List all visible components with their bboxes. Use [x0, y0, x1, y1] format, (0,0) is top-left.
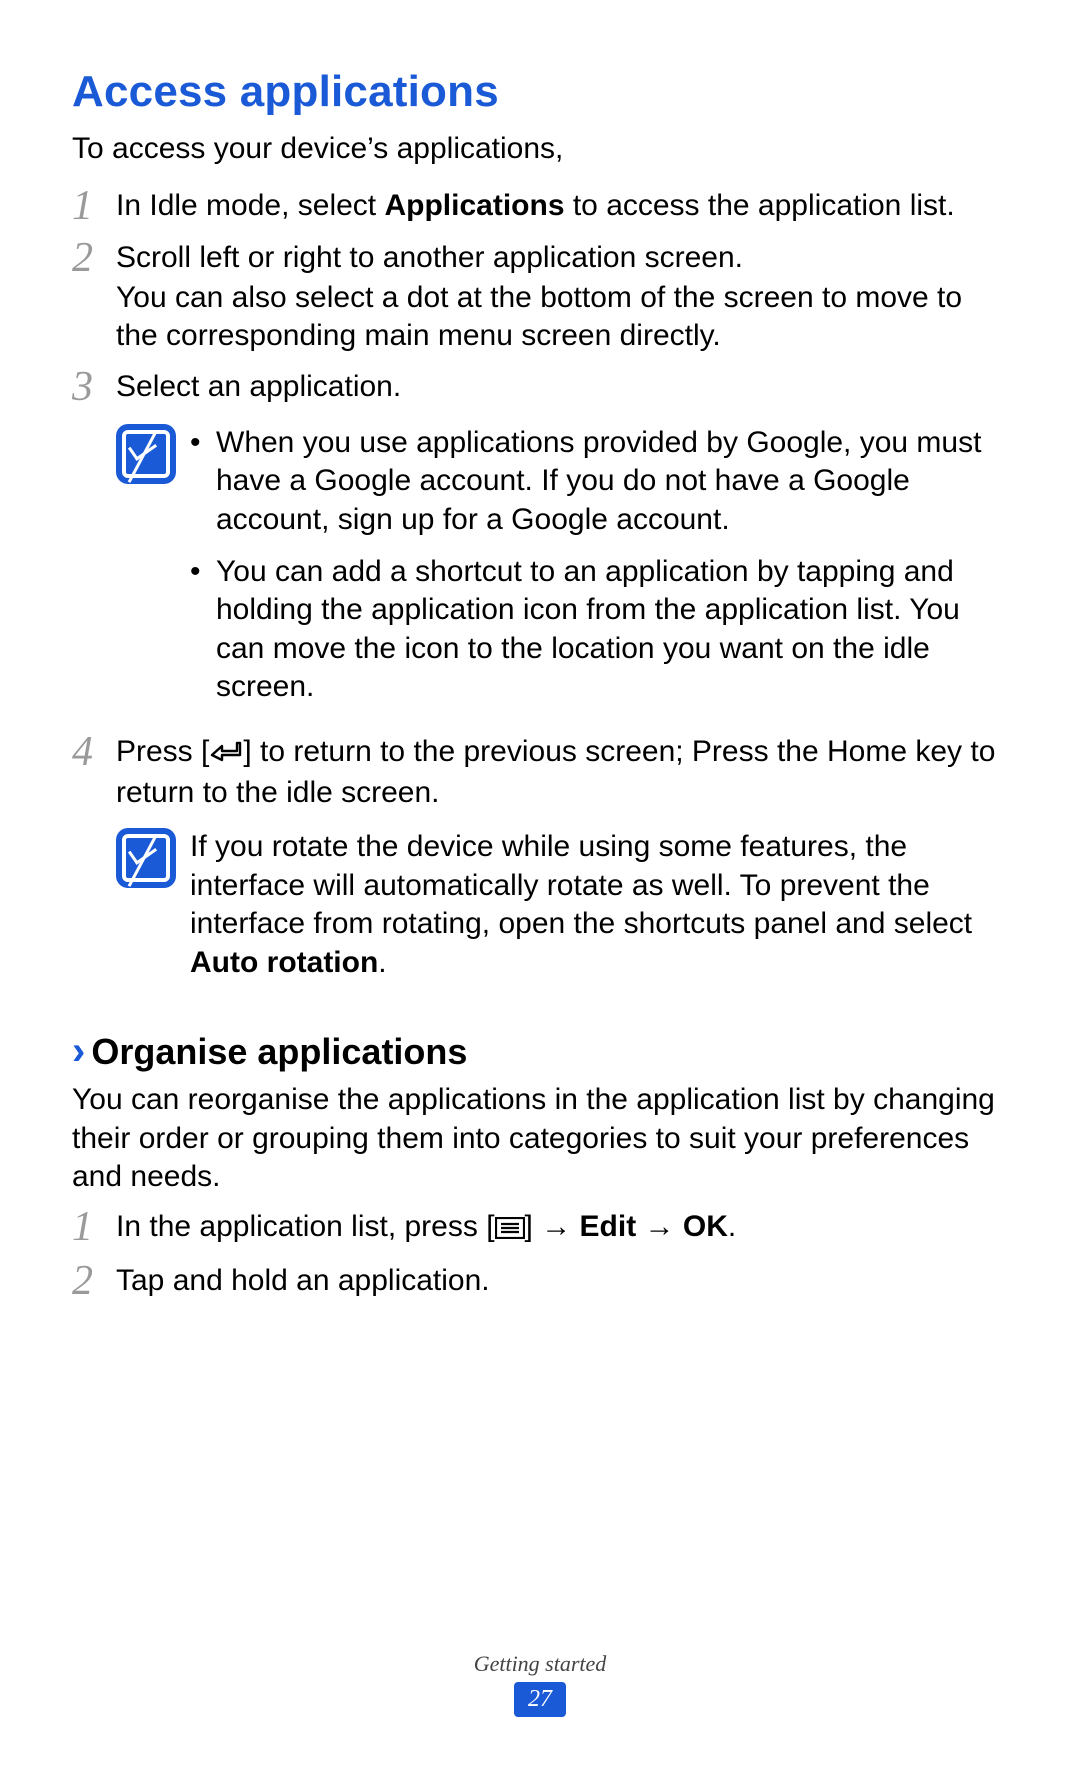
step-text: Press [] to return to the previous scree… — [116, 733, 1008, 813]
note-bullet: When you use applications provided by Go… — [190, 424, 1008, 539]
back-key-icon — [209, 736, 243, 774]
step-4: 4 Press [] to return to the previous scr… — [72, 733, 1008, 813]
text-fragment: In the application list, press [ — [116, 1210, 495, 1243]
step-number: 2 — [72, 237, 116, 279]
text-fragment: . — [728, 1210, 736, 1243]
text-fragment: In Idle mode, select — [116, 189, 384, 222]
step-text: Tap and hold an application. — [116, 1262, 1008, 1300]
note-icon — [116, 424, 176, 484]
note-block: If you rotate the device while using som… — [116, 828, 1008, 982]
step-number: 4 — [72, 731, 116, 773]
step-text: You can also select a dot at the bottom … — [116, 279, 1008, 356]
text-fragment: ] → — [525, 1210, 580, 1243]
subsection-intro: You can reorganise the applications in t… — [72, 1081, 1008, 1196]
menu-key-icon — [495, 1211, 525, 1249]
text-fragment: → — [636, 1210, 683, 1243]
sub-step-1: 1 In the application list, press [ ] → Ed… — [72, 1208, 1008, 1249]
subsection-title: › Organise applications — [72, 1026, 1008, 1077]
step-number: 2 — [72, 1260, 116, 1302]
note-text: If you rotate the device while using som… — [190, 828, 1008, 982]
step-3: 3 Select an application. — [72, 368, 1008, 408]
text-fragment: If you rotate the device while using som… — [190, 830, 972, 940]
step-text: Select an application. — [116, 368, 1008, 406]
text-fragment: to access the application list. — [565, 189, 955, 222]
intro-text: To access your device’s applications, — [72, 130, 1008, 168]
section-title: Access applications — [72, 64, 1008, 120]
step-2: 2 Scroll left or right to another applic… — [72, 239, 1008, 356]
text-fragment: ] to return to the previous screen; Pres… — [116, 735, 995, 809]
chevron-icon: › — [72, 1026, 85, 1077]
step-number: 1 — [72, 185, 116, 227]
bold-text: Applications — [384, 189, 564, 222]
note-icon — [116, 828, 176, 888]
bold-text: Edit — [580, 1210, 637, 1243]
step-number: 3 — [72, 366, 116, 408]
step-text: In the application list, press [ ] → Edit… — [116, 1208, 1008, 1249]
step-text: In Idle mode, select Applications to acc… — [116, 187, 1008, 225]
text-fragment: Press [ — [116, 735, 209, 768]
note-bullet: You can add a shortcut to an application… — [190, 553, 1008, 707]
sub-step-2: 2 Tap and hold an application. — [72, 1262, 1008, 1302]
step-1: 1 In Idle mode, select Applications to a… — [72, 187, 1008, 227]
page-footer: Getting started 27 — [0, 1650, 1080, 1717]
text-fragment: . — [378, 946, 386, 979]
footer-chapter: Getting started — [0, 1650, 1080, 1678]
note-block: When you use applications provided by Go… — [116, 424, 1008, 721]
page-number-badge: 27 — [514, 1682, 566, 1717]
step-number: 1 — [72, 1206, 116, 1248]
subsection-title-text: Organise applications — [91, 1029, 467, 1075]
bold-text: OK — [683, 1210, 728, 1243]
bold-text: Auto rotation — [190, 946, 378, 979]
step-text: Scroll left or right to another applicat… — [116, 239, 1008, 277]
